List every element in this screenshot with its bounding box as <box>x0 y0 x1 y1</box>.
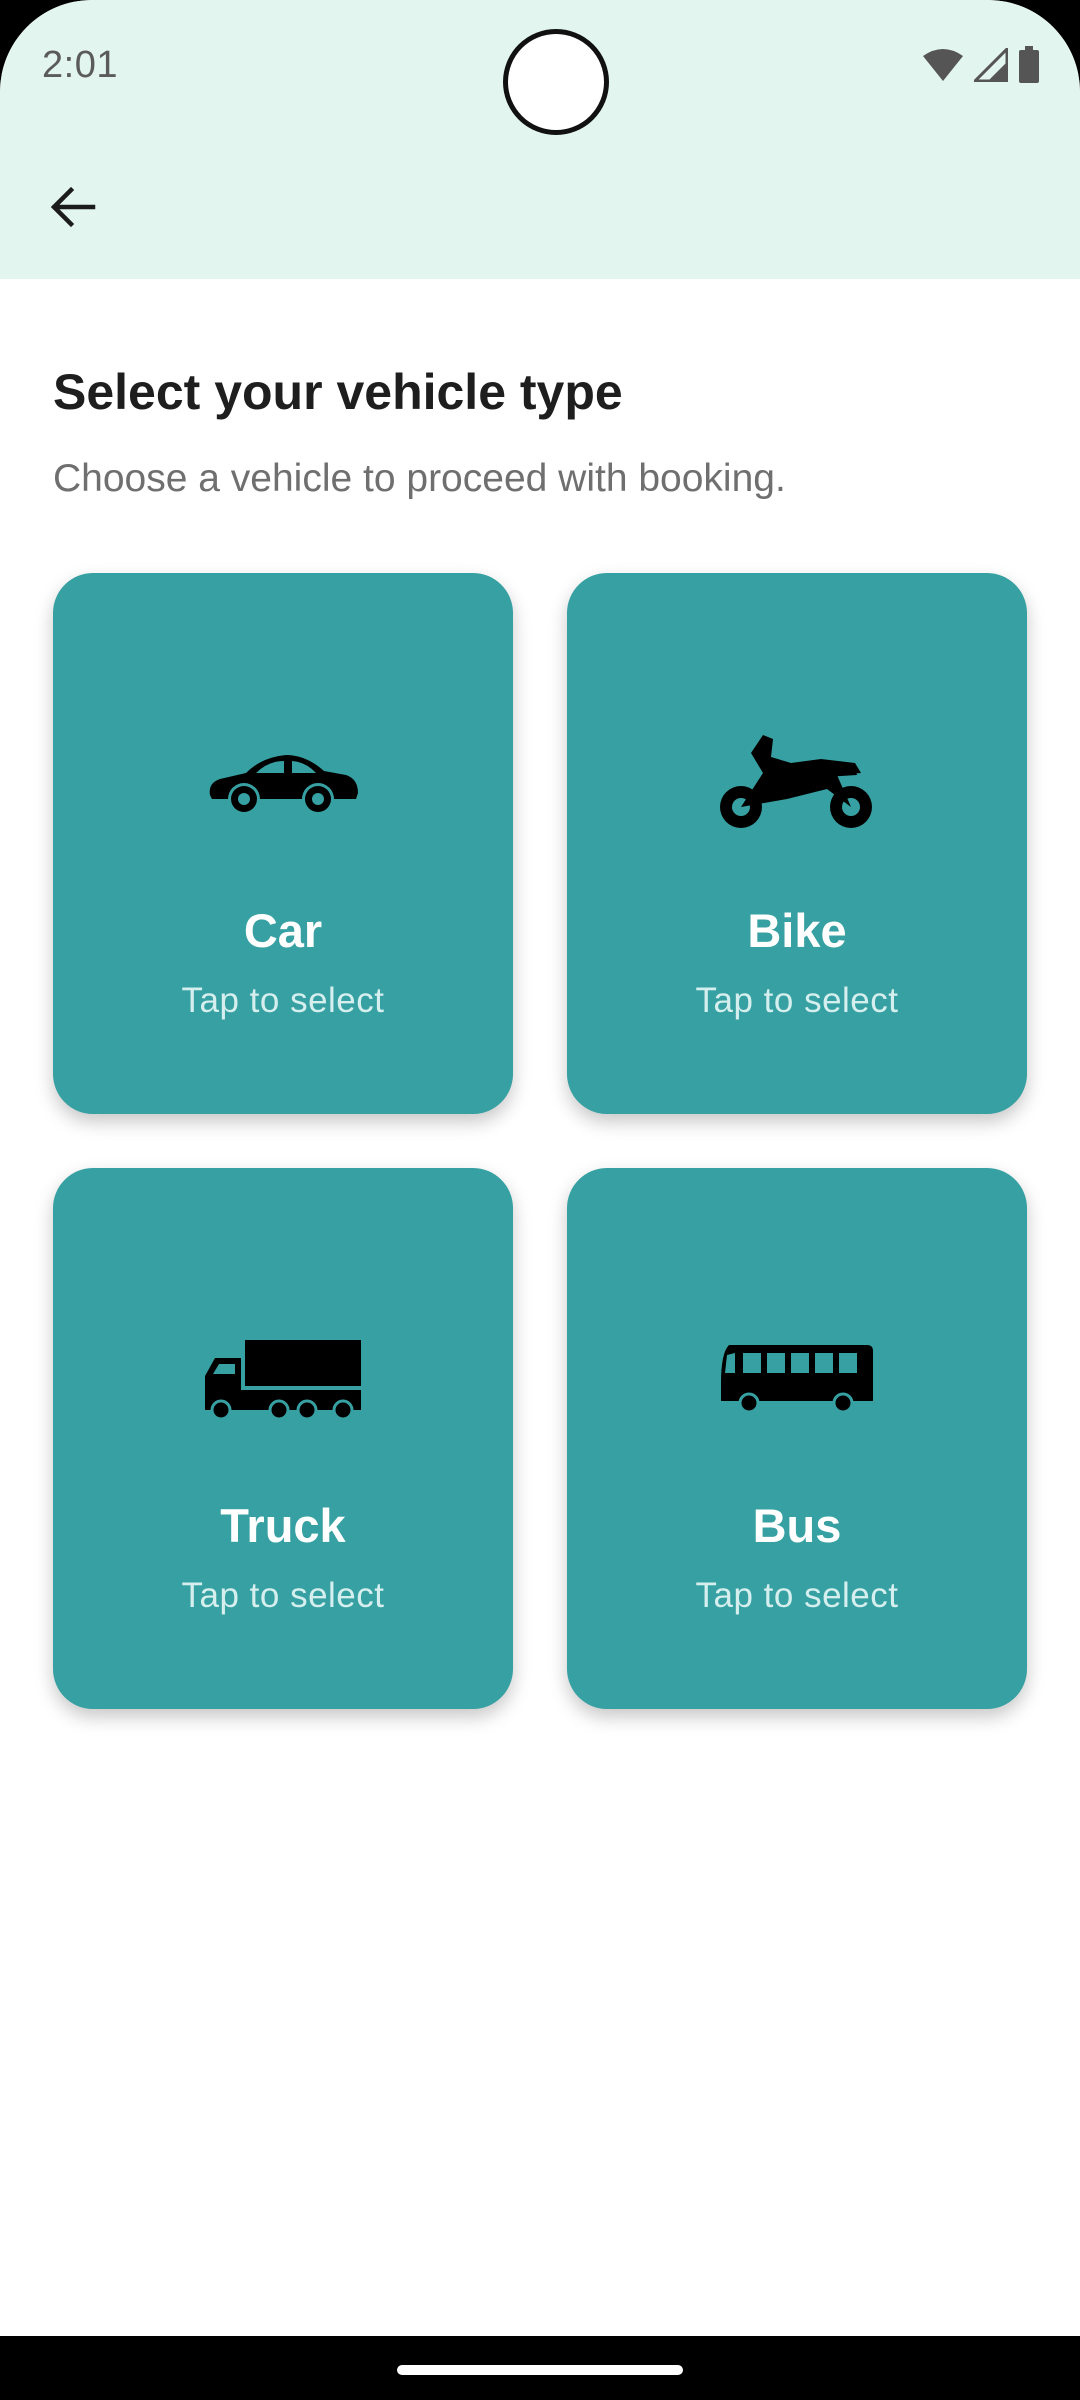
home-indicator[interactable] <box>397 2365 683 2375</box>
page-header: Select your vehicle type Choose a vehicl… <box>53 279 1027 501</box>
vehicle-name: Bus <box>752 1499 842 1552</box>
phone-screen: 2:01 Select your vehicle type Choose a v… <box>0 0 1080 2400</box>
vehicle-card-truck[interactable]: Truck Tap to select <box>53 1168 513 1709</box>
vehicle-hint: Tap to select <box>181 1576 385 1615</box>
signal-icon <box>974 48 1008 82</box>
vehicle-name: Bike <box>747 904 847 957</box>
vehicle-name: Car <box>243 904 323 957</box>
camera-cutout <box>503 29 609 135</box>
vehicle-card-bus[interactable]: Bus Tap to select <box>567 1168 1027 1709</box>
vehicle-card-bike[interactable]: Bike Tap to select <box>567 573 1027 1114</box>
vehicle-hint: Tap to select <box>181 981 385 1020</box>
vehicle-name: Truck <box>220 1499 346 1552</box>
page-title: Select your vehicle type <box>53 364 623 420</box>
back-button[interactable] <box>28 164 118 254</box>
app-bar: 2:01 <box>0 0 1080 279</box>
status-icons <box>922 46 1040 84</box>
truck-icon <box>53 1318 513 1438</box>
wifi-icon <box>922 48 964 82</box>
vehicle-grid: Car Tap to select Bike Tap to select Tru… <box>53 573 1027 1709</box>
motorcycle-icon <box>567 723 1027 843</box>
page-subtitle: Choose a vehicle to proceed with booking… <box>53 457 786 500</box>
vehicle-hint: Tap to select <box>695 1576 899 1615</box>
bus-icon <box>567 1318 1027 1438</box>
vehicle-card-car[interactable]: Car Tap to select <box>53 573 513 1114</box>
car-icon <box>53 723 513 843</box>
battery-icon <box>1018 46 1040 84</box>
status-time: 2:01 <box>42 44 118 86</box>
arrow-left-icon <box>49 186 97 233</box>
vehicle-hint: Tap to select <box>695 981 899 1020</box>
